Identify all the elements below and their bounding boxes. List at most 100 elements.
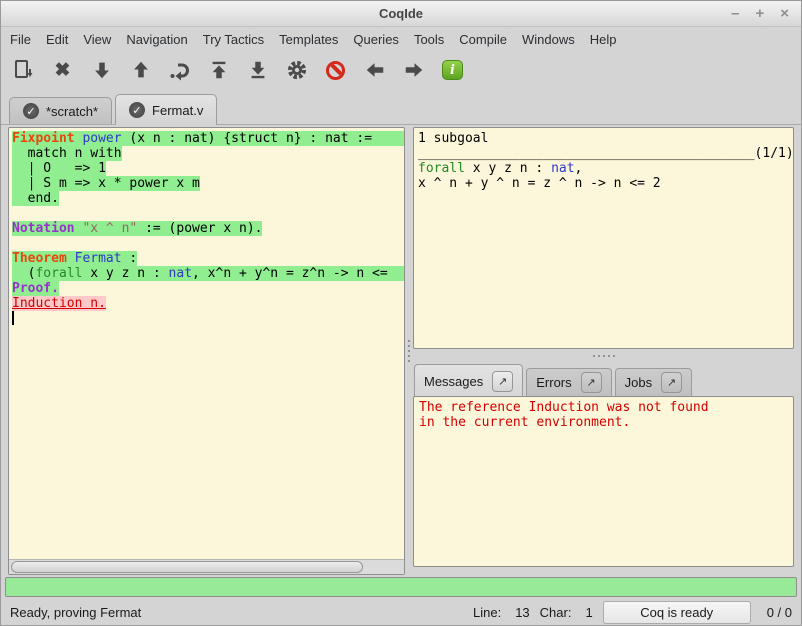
tab-label: Fermat.v (152, 103, 203, 118)
menu-try-tactics[interactable]: Try Tactics (203, 32, 264, 47)
code-line (12, 311, 404, 326)
tab-scratch[interactable]: ✓ *scratch* (9, 97, 112, 124)
menu-tools[interactable]: Tools (414, 32, 444, 47)
line-label: Line: (473, 605, 501, 620)
goals-pane: 1 subgoal ______________________________… (413, 127, 794, 349)
checkmark-icon: ✓ (129, 102, 145, 118)
tab-errors[interactable]: Errors ↗ (526, 368, 611, 396)
tab-jobs[interactable]: Jobs ↗ (615, 368, 692, 396)
left-arrow-icon (364, 59, 386, 81)
interrupt-button[interactable] (322, 57, 349, 84)
code-line: match n with (12, 146, 404, 161)
window-controls: – + × (731, 1, 789, 26)
code-line: | S m => x * power x m (12, 176, 404, 191)
code-line: end. (12, 191, 404, 206)
menu-windows[interactable]: Windows (522, 32, 575, 47)
menu-edit[interactable]: Edit (46, 32, 68, 47)
goto-cursor-button[interactable] (166, 57, 193, 84)
coq-state-button[interactable]: Coq is ready (603, 601, 751, 624)
detach-button[interactable]: ↗ (492, 371, 513, 392)
info-icon: i (442, 60, 463, 80)
step-backward-button[interactable] (127, 57, 154, 84)
message-line: The reference Induction was not found (419, 400, 788, 415)
line-value: 13 (515, 605, 529, 620)
status-bar: Ready, proving Fermat Line: 13 Char: 1 C… (1, 599, 801, 625)
arrow-to-top-icon (208, 59, 230, 81)
back-button[interactable] (361, 57, 388, 84)
scrollbar-thumb[interactable] (11, 561, 363, 573)
text-cursor (12, 311, 14, 325)
go-to-end-button[interactable] (244, 57, 271, 84)
code-line: Fixpoint power (x n : nat) {struct n} : … (12, 131, 404, 146)
right-column: 1 subgoal ______________________________… (413, 127, 794, 575)
gear-icon (285, 58, 309, 82)
menu-bar: File Edit View Navigation Try Tactics Te… (1, 27, 801, 51)
close-x-icon: ✖ (55, 61, 71, 80)
goal-conclusion: x ^ n + y ^ n = z ^ n -> n <= 2 (418, 176, 789, 191)
horizontal-scrollbar[interactable] (9, 559, 404, 574)
window-title: CoqIde (1, 6, 801, 21)
menu-queries[interactable]: Queries (353, 32, 399, 47)
code-line: Proof. (12, 281, 404, 296)
code-line: Theorem Fermat : (12, 251, 404, 266)
status-message: Ready, proving Fermat (10, 605, 141, 620)
main-area: Fixpoint power (x n : nat) {struct n} : … (1, 125, 801, 575)
new-page-icon (12, 58, 36, 82)
script-editor[interactable]: Fixpoint power (x n : nat) {struct n} : … (9, 128, 404, 559)
code-line (12, 206, 404, 221)
script-editor-pane[interactable]: Fixpoint power (x n : nat) {struct n} : … (8, 127, 405, 575)
menu-templates[interactable]: Templates (279, 32, 338, 47)
forward-button[interactable] (400, 57, 427, 84)
code-line: Notation "x ^ n" := (power x n). (12, 221, 404, 236)
goal-separator: ________________________________________… (418, 146, 789, 161)
menu-navigation[interactable]: Navigation (126, 32, 187, 47)
tab-messages[interactable]: Messages ↗ (414, 364, 523, 397)
maximize-icon[interactable]: + (755, 6, 764, 21)
goal-hypothesis: forall x y z n : nat, (418, 161, 789, 176)
step-forward-button[interactable] (88, 57, 115, 84)
messages-pane: The reference Induction was not found in… (413, 396, 794, 567)
about-button[interactable]: i (439, 57, 466, 84)
char-label: Char: (540, 605, 572, 620)
tab-label: *scratch* (46, 104, 98, 119)
checkmark-icon: ✓ (23, 103, 39, 119)
tab-label: Jobs (625, 375, 652, 390)
arrow-to-bottom-icon (247, 59, 269, 81)
menu-file[interactable]: File (10, 32, 31, 47)
up-arrow-icon (130, 59, 152, 81)
horizontal-splitter[interactable] (413, 349, 794, 362)
progress-bar (5, 577, 797, 597)
code-line (12, 236, 404, 251)
goto-cursor-icon (168, 58, 192, 82)
new-page-button[interactable] (10, 57, 37, 84)
gear-button[interactable] (283, 57, 310, 84)
detach-button[interactable]: ↗ (661, 372, 682, 393)
interrupt-icon (326, 61, 345, 80)
code-line: Induction n. (12, 296, 404, 311)
goal-counter: 0 / 0 (767, 605, 792, 620)
detach-button[interactable]: ↗ (581, 372, 602, 393)
menu-compile[interactable]: Compile (459, 32, 507, 47)
vertical-splitter[interactable] (405, 127, 413, 575)
code-line: (forall x y z n : nat, x^n + y^n = z^n -… (12, 266, 404, 281)
message-line: in the current environment. (419, 415, 788, 430)
buffer-tab-bar: ✓ *scratch* ✓ Fermat.v (1, 89, 801, 125)
char-value: 1 (585, 605, 592, 620)
subgoal-count: 1 subgoal (418, 131, 789, 146)
toolbar: ✖ (1, 51, 801, 89)
down-arrow-icon (91, 59, 113, 81)
right-arrow-icon (403, 59, 425, 81)
coqide-window: CoqIde – + × File Edit View Navigation T… (0, 0, 802, 626)
close-icon[interactable]: × (780, 6, 789, 21)
menu-help[interactable]: Help (590, 32, 617, 47)
code-line: | O => 1 (12, 161, 404, 176)
go-to-start-button[interactable] (205, 57, 232, 84)
minimize-icon[interactable]: – (731, 6, 739, 21)
close-buffer-button[interactable]: ✖ (49, 57, 76, 84)
menu-view[interactable]: View (83, 32, 111, 47)
message-tab-bar: Messages ↗ Errors ↗ Jobs ↗ (413, 362, 794, 396)
tab-fermat[interactable]: ✓ Fermat.v (115, 94, 217, 125)
title-bar: CoqIde – + × (1, 1, 801, 27)
tab-label: Messages (424, 374, 483, 389)
tab-label: Errors (536, 375, 571, 390)
